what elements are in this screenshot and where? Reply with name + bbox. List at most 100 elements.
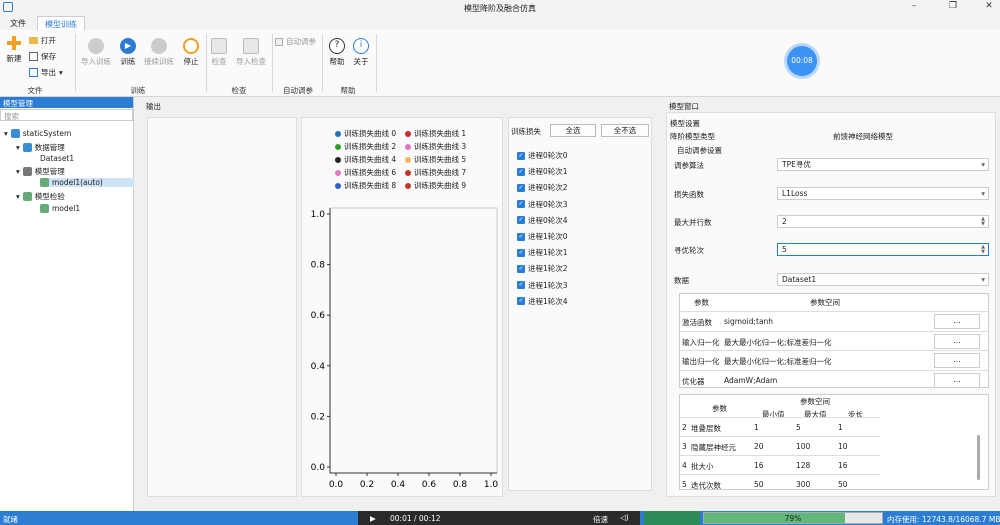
import-check-icon [243,38,259,54]
loss-checkbox-item[interactable]: ✓ 进程1轮次4 [517,296,568,307]
continue-train-button[interactable]: 接续训练 [142,38,176,67]
iter-spinbox[interactable]: 5 ▲ ▼ [777,243,989,256]
minimize-button[interactable]: – [907,1,921,14]
about-label: 关于 [353,57,369,66]
loss-checkbox-item[interactable]: ✓ 进程0轮次0 [517,150,568,161]
import-check-label: 导入检查 [236,57,266,66]
table-row[interactable]: 3 隐藏层神经元 20 100 10 [680,436,880,455]
loss-func-select[interactable]: L1Loss ▾ [777,187,989,200]
spinner-icon[interactable]: ▲ ▼ [981,217,985,227]
table-scrollbar[interactable] [977,435,980,480]
loss-checkbox-item[interactable]: ✓ 进程0轮次4 [517,215,568,226]
edit-space-button[interactable]: ... [934,353,980,368]
edit-space-button[interactable]: ... [934,314,980,329]
step-value[interactable]: 50 [838,480,848,489]
checkbox-icon[interactable]: ✓ [517,232,525,241]
param-space: 最大最小化归一化;标准差归一化 [724,337,832,347]
table-row[interactable]: 4 批大小 16 128 16 [680,455,880,474]
min-value[interactable]: 16 [754,461,764,470]
edit-space-button[interactable]: ... [934,372,980,388]
loss-checkbox-item[interactable]: ✓ 进程1轮次0 [517,231,568,242]
table-row[interactable]: 输入归一化 最大最小化归一化;标准差归一化... [680,330,988,350]
tree-item-model-mgmt[interactable]: ▾ 模型管理 [16,166,65,177]
max-value[interactable]: 5 [796,423,801,432]
checkbox-icon[interactable]: ✓ [517,297,525,306]
volume-icon[interactable]: ◁) [620,513,629,522]
select-none-button[interactable]: 全不选 [601,124,649,137]
max-value[interactable]: 100 [796,442,810,451]
loss-checkbox-item[interactable]: ✓ 进程1轮次2 [517,263,568,274]
tree-label: 模型管理 [34,167,65,176]
play-icon[interactable]: ▶ [370,514,376,523]
data-select[interactable]: Dataset1 ▾ [777,273,989,286]
table-row[interactable]: 5 迭代次数 50 300 50 [680,474,880,493]
loss-checkbox-item[interactable]: ✓ 进程0轮次2 [517,182,568,193]
min-value[interactable]: 1 [754,423,759,432]
loss-item-label: 进程0轮次0 [528,151,568,160]
close-button[interactable]: ✕ [982,1,996,14]
tree-item-data-mgmt[interactable]: ▾ 数据管理 [16,142,65,153]
min-value[interactable]: 50 [754,480,764,489]
new-button[interactable]: 新建 [3,36,25,64]
select-all-button[interactable]: 全选 [550,124,596,137]
step-value[interactable]: 1 [838,423,843,432]
table-row[interactable]: 优化器 AdamW;Adam... [680,369,988,389]
algo-value: TPE寻优 [782,160,811,169]
min-value[interactable]: 20 [754,442,764,451]
edit-space-button[interactable]: ... [934,333,980,349]
tree-item-model-auto[interactable]: model1(auto) [40,178,134,187]
export-button[interactable]: 导出 ▾ [29,67,63,78]
tab-model-training[interactable]: 模型训练 [37,16,85,30]
loss-checkbox-item[interactable]: ✓ 进程0轮次3 [517,199,568,210]
group-help-label: 帮助 [340,86,356,95]
check-button[interactable]: 检查 [209,38,229,67]
about-button[interactable]: i 关于 [350,38,372,67]
max-value[interactable]: 128 [796,461,810,470]
parallel-spinbox[interactable]: 2 ▲ ▼ [777,215,989,228]
tree-item-model1[interactable]: model1 [40,204,80,213]
save-button[interactable]: 保存 [29,51,56,62]
step-value[interactable]: 10 [838,442,848,451]
import-check-button[interactable]: 导入检查 [233,38,269,67]
algo-select[interactable]: TPE寻优 ▾ [777,158,989,171]
max-value[interactable]: 300 [796,480,810,489]
step-value[interactable]: 16 [838,461,848,470]
checkbox-icon[interactable]: ✓ [517,183,525,192]
speed-button[interactable]: 倍速 [593,514,608,525]
spinner-icon[interactable]: ▲ ▼ [981,245,985,255]
checkbox-icon[interactable]: ✓ [517,167,525,176]
new-label: 新建 [6,54,22,63]
train-button[interactable]: ▶ 训练 [117,38,139,67]
ribbon-separator [272,34,273,92]
loss-checkbox-item[interactable]: ✓ 进程1轮次3 [517,280,568,291]
tree-item-model-check[interactable]: ▾ 模型检验 [16,191,65,202]
stop-button[interactable]: 停止 [180,38,202,67]
tree-item-root[interactable]: ▾ staticSystem [4,129,71,138]
maximize-button[interactable]: ❐ [946,1,960,14]
sidebar-search-input[interactable]: 搜索 [0,109,133,121]
auto-tune-checkbox[interactable]: 自动调参 [275,36,316,47]
iter-value: 5 [782,245,787,254]
checkbox-icon[interactable]: ✓ [517,200,525,209]
table-header-space: 参数空间 [800,397,830,406]
group-check-label: 检查 [231,86,247,95]
tree-item-dataset[interactable]: Dataset1 [40,154,74,163]
loss-checkbox-item[interactable]: ✓ 进程0轮次1 [517,166,568,177]
loss-item-label: 进程1轮次0 [528,232,568,241]
model-icon [22,167,32,176]
numeric-table: 参数 参数空间 最小值 最大值 步长 2 堆叠层数 1 5 1 3 隐藏层神经元 20 100 1… [679,394,989,490]
tab-file[interactable]: 文件 [3,16,33,30]
help-button[interactable]: ? 帮助 [326,38,348,67]
table-row[interactable]: 输出归一化 最大最小化归一化;标准差归一化... [680,350,988,369]
checkbox-icon[interactable]: ✓ [517,248,525,257]
checkbox-icon[interactable]: ✓ [517,216,525,225]
checkbox-icon[interactable]: ✓ [517,151,525,160]
chevron-down-icon: ▾ [981,275,985,284]
checkbox-icon[interactable]: ✓ [517,264,525,273]
loss-checkbox-item[interactable]: ✓ 进程1轮次1 [517,247,568,258]
open-button[interactable]: 打开 [29,35,56,46]
table-row[interactable]: 2 堆叠层数 1 5 1 [680,417,880,436]
table-row[interactable]: 激活函数 sigmoid;tanh... [680,311,988,330]
checkbox-icon[interactable]: ✓ [517,281,525,290]
import-train-button[interactable]: 导入训练 [79,38,113,67]
